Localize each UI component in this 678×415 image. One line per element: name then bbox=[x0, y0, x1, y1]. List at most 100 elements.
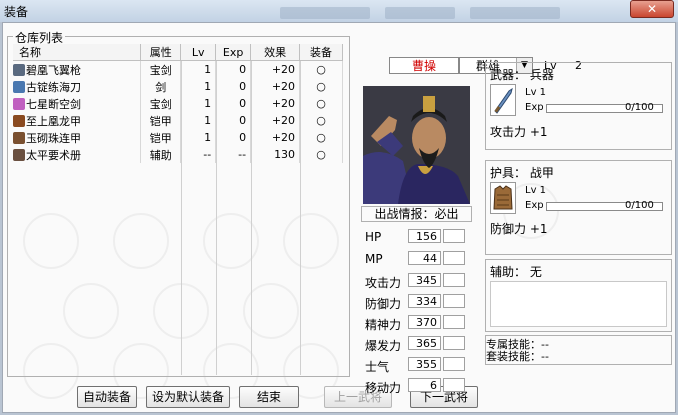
set-skill: 套装技能：-- bbox=[486, 350, 549, 363]
item-equip-mark[interactable]: ○ bbox=[299, 95, 343, 112]
item-exp: 0 bbox=[215, 60, 252, 78]
stat-label-defense: 防御力 bbox=[365, 297, 402, 311]
item-effect: +20 bbox=[250, 78, 301, 95]
weapon-exp-value: 0/100 bbox=[625, 102, 654, 113]
item-name: 太平要术册 bbox=[26, 148, 81, 162]
blurred-background bbox=[385, 7, 455, 19]
column-header-name[interactable]: 名称 bbox=[13, 44, 142, 61]
weapon-exp-label: Exp bbox=[525, 102, 544, 113]
item-exp: 0 bbox=[215, 112, 252, 129]
stat-value-burst: 365 bbox=[408, 336, 441, 350]
stat-bonus-box bbox=[443, 229, 465, 243]
hero-portrait bbox=[363, 86, 470, 204]
sortie-info: 出战情报：必出 bbox=[361, 206, 472, 222]
item-equip-mark[interactable]: ○ bbox=[299, 129, 343, 146]
hero-name: 曹操 bbox=[389, 57, 459, 74]
item-attr: 宝剑 bbox=[140, 60, 182, 78]
item-name: 古锭练海刀 bbox=[26, 80, 81, 94]
armor-exp-value: 0/100 bbox=[625, 200, 654, 211]
table-row[interactable]: 古锭练海刀 剑 1 0 +20 ○ bbox=[13, 78, 343, 95]
stat-label-movement: 移动力 bbox=[365, 381, 402, 395]
stat-value-morale: 355 bbox=[408, 357, 441, 371]
item-effect: +20 bbox=[250, 60, 301, 78]
item-effect: +20 bbox=[250, 95, 301, 112]
accessory-header: 辅助： 无 bbox=[490, 265, 542, 279]
item-lv: 1 bbox=[180, 129, 217, 146]
weapon-level: Lv 1 bbox=[525, 87, 547, 98]
stat-value-attack: 345 bbox=[408, 273, 441, 287]
armor-level: Lv 1 bbox=[525, 185, 547, 196]
column-header-effect[interactable]: 效果 bbox=[250, 44, 301, 61]
stat-value-mp: 44 bbox=[408, 251, 441, 265]
portrait-image bbox=[363, 86, 470, 204]
stat-label-morale: 士气 bbox=[365, 360, 390, 374]
accessory-slot[interactable] bbox=[490, 281, 667, 327]
stat-bonus-box bbox=[443, 315, 465, 329]
stat-label-hp: HP bbox=[365, 230, 382, 244]
equipment-window-body: 仓库列表 名称 属性 Lv Exp 效果 装备 碧凰飞翼枪 宝剑 1 0 +20… bbox=[2, 22, 676, 413]
column-header-attr[interactable]: 属性 bbox=[140, 44, 182, 61]
table-header: 名称 属性 Lv Exp 效果 装备 bbox=[13, 44, 343, 61]
item-lv: -- bbox=[180, 146, 217, 163]
blurred-background bbox=[280, 7, 370, 19]
item-attr: 剑 bbox=[140, 78, 182, 95]
item-effect: +20 bbox=[250, 112, 301, 129]
item-exp: 0 bbox=[215, 95, 252, 112]
item-attr: 铠甲 bbox=[140, 112, 182, 129]
warehouse-table: 名称 属性 Lv Exp 效果 装备 碧凰飞翼枪 宝剑 1 0 +20 ○ 古锭… bbox=[13, 44, 343, 163]
item-name: 七星断空剑 bbox=[26, 97, 81, 111]
title-bar: 装备 ✕ bbox=[0, 0, 678, 22]
weapon-bonus: 攻击力 +1 bbox=[490, 125, 548, 139]
armor-icon bbox=[490, 182, 516, 214]
item-name: 玉砌珠连甲 bbox=[26, 131, 81, 145]
item-equip-mark[interactable]: ○ bbox=[299, 60, 343, 78]
weapon-sword-icon bbox=[490, 84, 516, 116]
item-attr: 辅助 bbox=[140, 146, 182, 163]
item-exp: -- bbox=[215, 146, 252, 163]
item-equip-mark[interactable]: ○ bbox=[299, 112, 343, 129]
weapon-header: 武器： 兵器 bbox=[490, 68, 554, 82]
table-row[interactable]: 至上凰龙甲 铠甲 1 0 +20 ○ bbox=[13, 112, 343, 129]
book-icon bbox=[13, 148, 25, 161]
item-lv: 1 bbox=[180, 112, 217, 129]
item-attr: 宝剑 bbox=[140, 95, 182, 112]
armor-bonus: 防御力 +1 bbox=[490, 222, 548, 236]
armor-icon bbox=[13, 131, 25, 144]
stat-bonus-box bbox=[443, 378, 465, 392]
item-lv: 1 bbox=[180, 60, 217, 78]
blurred-background bbox=[470, 7, 560, 19]
item-exp: 0 bbox=[215, 78, 252, 95]
stat-bonus-box bbox=[443, 294, 465, 308]
stat-label-mp: MP bbox=[365, 252, 383, 266]
item-lv: 1 bbox=[180, 78, 217, 95]
table-row[interactable]: 太平要术册 辅助 -- -- 130 ○ bbox=[13, 146, 343, 163]
set-default-equip-button[interactable]: 设为默认装备 bbox=[146, 386, 230, 408]
armor-exp-label: Exp bbox=[525, 200, 544, 211]
stat-bonus-box bbox=[443, 251, 465, 265]
item-effect: +20 bbox=[250, 129, 301, 146]
item-name: 碧凰飞翼枪 bbox=[26, 63, 81, 77]
stat-value-movement: 6 bbox=[408, 378, 441, 392]
stat-bonus-box bbox=[443, 273, 465, 287]
stat-label-attack: 攻击力 bbox=[365, 276, 402, 290]
item-equip-mark[interactable]: ○ bbox=[299, 78, 343, 95]
sword-icon bbox=[13, 80, 25, 93]
column-header-lv[interactable]: Lv bbox=[180, 44, 217, 61]
auto-equip-button[interactable]: 自动装备 bbox=[77, 386, 137, 408]
finish-button[interactable]: 结束 bbox=[239, 386, 299, 408]
sword-icon bbox=[13, 97, 25, 110]
table-row[interactable]: 七星断空剑 宝剑 1 0 +20 ○ bbox=[13, 95, 343, 112]
stat-value-defense: 334 bbox=[408, 294, 441, 308]
column-header-equip[interactable]: 装备 bbox=[299, 44, 343, 61]
column-header-exp[interactable]: Exp bbox=[215, 44, 252, 61]
table-row[interactable]: 碧凰飞翼枪 宝剑 1 0 +20 ○ bbox=[13, 60, 343, 78]
item-equip-mark[interactable]: ○ bbox=[299, 146, 343, 163]
spear-icon bbox=[13, 63, 25, 76]
item-lv: 1 bbox=[180, 95, 217, 112]
item-name: 至上凰龙甲 bbox=[26, 114, 81, 128]
window-title: 装备 bbox=[4, 5, 29, 19]
table-row[interactable]: 玉砌珠连甲 铠甲 1 0 +20 ○ bbox=[13, 129, 343, 146]
item-attr: 铠甲 bbox=[140, 129, 182, 146]
item-effect: 130 bbox=[250, 146, 301, 163]
close-button[interactable]: ✕ bbox=[630, 0, 674, 18]
